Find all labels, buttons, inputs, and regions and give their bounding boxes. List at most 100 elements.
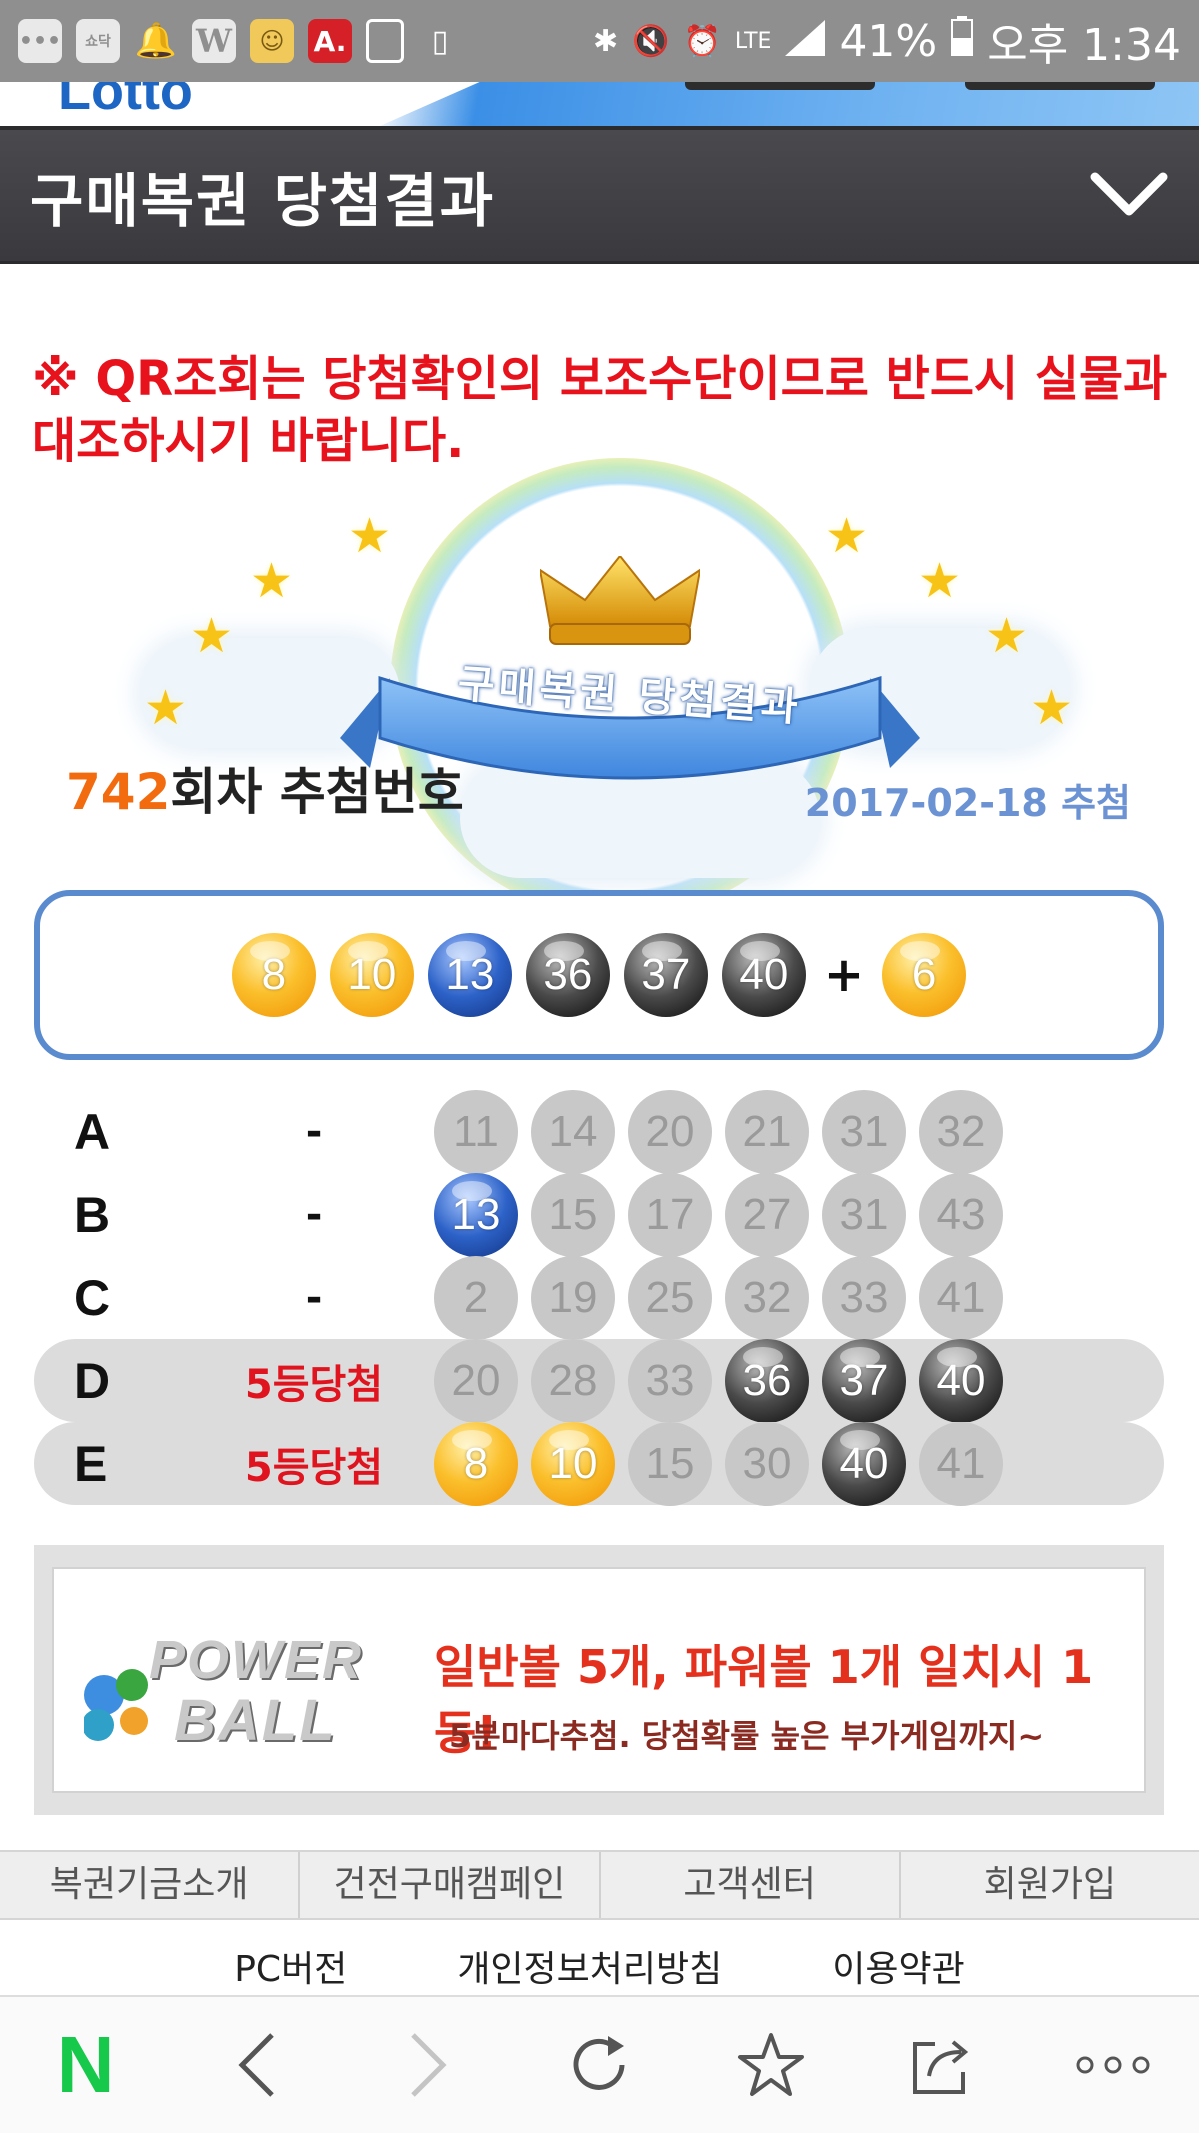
brand-strip: Lotto — [0, 82, 1199, 126]
ticket-ball: 33 — [822, 1255, 906, 1340]
ticket-result: 5등당첨 — [244, 1361, 384, 1408]
star-icon: ★ — [250, 553, 294, 609]
ticket-ball: 28 — [531, 1338, 615, 1423]
draw-date: 2017-02-18 추첨 — [804, 781, 1131, 825]
bluetooth-icon: ✱ — [593, 23, 619, 59]
footer-link-terms[interactable]: 이용약관 — [832, 1940, 964, 2000]
ticket-numbers: 2 19 25 32 33 41 — [434, 1255, 1003, 1340]
lte-icon: LTE — [734, 28, 772, 54]
ticket-ball: 2 — [434, 1255, 518, 1340]
ticket-label: B — [74, 1186, 111, 1243]
powerball-logo-bottom: BALL — [174, 1688, 337, 1753]
footer-nav-fund[interactable]: 복권기금소개 — [0, 1852, 301, 1918]
star-icon: ★ — [985, 608, 1029, 664]
back-icon[interactable] — [212, 2020, 302, 2110]
ticket-rows: A -11 14 20 21 31 32 B -13 15 17 27 31 43 C -2 19 25 32 33 4… — [34, 1089, 1164, 1506]
ticket-ball: 30 — [725, 1421, 809, 1506]
ticket-ball: 10 — [531, 1421, 615, 1506]
ticket-ball: 25 — [628, 1255, 712, 1340]
ticket-ball: 20 — [628, 1089, 712, 1174]
ticket-result: 5등당첨 — [244, 1444, 384, 1491]
page-header: 구매복권 당첨결과 — [0, 126, 1199, 264]
more-icon[interactable] — [1068, 2020, 1158, 2110]
ticket-ball: 15 — [628, 1421, 712, 1506]
shop-icon: 쇼닥 — [76, 19, 120, 63]
acrobat-icon: A. — [308, 19, 352, 63]
ticket-ball: 37 — [822, 1338, 906, 1423]
forward-icon[interactable] — [383, 2020, 473, 2110]
star-icon: ★ — [190, 608, 234, 664]
ticket-row: C - 2 19 25 32 33 41 — [34, 1255, 1164, 1340]
ticket-row: B - 13 15 17 27 31 43 — [34, 1172, 1164, 1257]
ticket-ball: 41 — [919, 1421, 1003, 1506]
ticket-ball: 40 — [822, 1421, 906, 1506]
powerball-logo-top: POWER — [149, 1630, 364, 1690]
browser-toolbar: N — [0, 1995, 1199, 2133]
star-icon: ★ — [144, 680, 188, 736]
top-menu-button[interactable] — [685, 82, 875, 90]
clock: 오후 1:34 — [987, 20, 1181, 71]
footer-link-pc[interactable]: PC버전 — [234, 1940, 347, 2000]
ticket-label: D — [74, 1352, 111, 1409]
chevron-down-icon[interactable] — [1089, 156, 1169, 236]
ticket-row: A - 11 14 20 21 31 32 — [34, 1089, 1164, 1174]
status-bar: ••• 쇼닥 🔔 W ☺ A. ▯ ✱ 🔇 ⏰ LTE 41% 오후 1:34 — [0, 0, 1199, 82]
round-suffix: 회차 추첨번호 — [170, 763, 464, 821]
ticket-ball: 32 — [919, 1089, 1003, 1174]
ad-card[interactable]: POWER BALL 일반볼 5개, 파워볼 1개 일치시 1등! 5분마다추첨… — [52, 1567, 1146, 1793]
plus-sign: + — [823, 947, 865, 1003]
ticket-label: E — [74, 1435, 108, 1492]
footer-link-privacy[interactable]: 개인정보처리방침 — [457, 1940, 722, 2000]
ticket-label: A — [74, 1103, 111, 1160]
share-icon[interactable] — [897, 2020, 987, 2110]
ticket-ball: 21 — [725, 1089, 809, 1174]
ticket-ball: 15 — [531, 1172, 615, 1257]
footer-nav: 복권기금소개 건전구매캠페인 고객센터 회원가입 — [0, 1850, 1199, 1920]
ticket-numbers: 11 14 20 21 31 32 — [434, 1089, 1003, 1174]
ticket-ball: 31 — [822, 1172, 906, 1257]
win-ball: 8 — [231, 933, 316, 1017]
ticket-ball: 20 — [434, 1338, 518, 1423]
star-icon: ★ — [825, 508, 869, 564]
ticket-row: D 5등당첨 20 28 33 36 37 40 — [34, 1338, 1164, 1423]
powerball-ad[interactable]: POWER BALL 일반볼 5개, 파워볼 1개 일치시 1등! 5분마다추첨… — [34, 1545, 1164, 1815]
win-ball: 37 — [623, 933, 708, 1017]
lotto-logo[interactable]: Lotto — [58, 82, 193, 122]
mute-icon: 🔇 — [632, 23, 670, 59]
footer-nav-campaign[interactable]: 건전구매캠페인 — [300, 1852, 601, 1918]
ticket-ball: 36 — [725, 1338, 809, 1423]
reload-icon[interactable] — [554, 2020, 644, 2110]
ticket-ball: 31 — [822, 1089, 906, 1174]
ticket-numbers: 13 15 17 27 31 43 — [434, 1172, 1003, 1257]
ticket-ball: 17 — [628, 1172, 712, 1257]
round-number: 742 — [66, 763, 171, 821]
ticket-label: C — [74, 1269, 111, 1326]
qr-notice: ※ QR조회는 당첨확인의 보조수단이므로 반드시 실물과 대조하시기 바랍니다… — [32, 351, 1168, 469]
round-label: 742회차 추첨번호 — [66, 752, 464, 824]
footer-nav-support[interactable]: 고객센터 — [601, 1852, 901, 1918]
battery-percent: 41% — [839, 15, 938, 67]
naver-home-icon[interactable]: N — [41, 2020, 131, 2110]
chat-icon: ••• — [18, 19, 62, 63]
top-menu-button[interactable] — [965, 82, 1155, 90]
win-ball: 36 — [525, 933, 610, 1017]
bookmark-star-icon[interactable] — [726, 2020, 816, 2110]
win-ball: 40 — [721, 933, 806, 1017]
gallery-icon — [366, 19, 404, 63]
ticket-numbers: 20 28 33 36 37 40 — [434, 1338, 1003, 1423]
star-icon: ★ — [348, 508, 392, 564]
screen-icon: ▯ — [431, 23, 449, 59]
ticket-row: E 5등당첨 8 10 15 30 40 41 — [34, 1421, 1164, 1506]
bell-icon: 🔔 — [134, 21, 178, 61]
bonus-ball: 6 — [882, 933, 967, 1017]
star-icon: ★ — [918, 553, 962, 609]
ticket-result: - — [305, 1191, 323, 1238]
ad-subline: 5분마다추첨. 당첨확률 높은 부가게임까지~ — [449, 1717, 1045, 1755]
ticket-ball: 11 — [434, 1089, 518, 1174]
ticket-ball: 8 — [434, 1421, 518, 1506]
footer-nav-signup[interactable]: 회원가입 — [901, 1852, 1199, 1918]
ticket-ball: 32 — [725, 1255, 809, 1340]
ticket-ball: 43 — [919, 1172, 1003, 1257]
ticket-ball: 41 — [919, 1255, 1003, 1340]
win-ball: 13 — [427, 933, 512, 1017]
